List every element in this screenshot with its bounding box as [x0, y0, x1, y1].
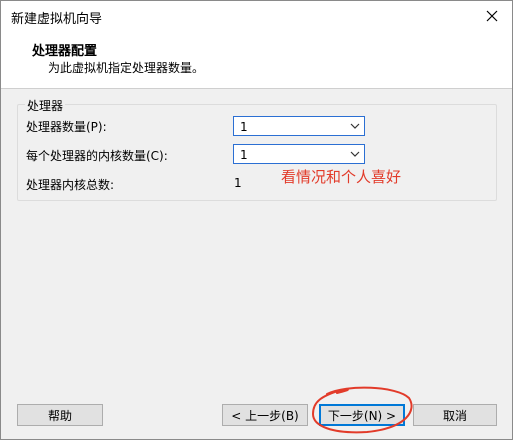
cores-per-processor-select[interactable]: 1: [233, 144, 365, 164]
cores-per-processor-label: 每个处理器的内核数量(C):: [26, 149, 168, 163]
total-cores-value: 1: [234, 176, 242, 190]
window-title: 新建虚拟机向导: [11, 12, 103, 27]
cancel-button[interactable]: 取消: [413, 404, 497, 426]
chevron-down-icon: [350, 123, 360, 129]
processor-group-label: 处理器: [25, 97, 66, 114]
close-icon: [486, 10, 498, 22]
total-cores-label: 处理器内核总数:: [26, 178, 115, 192]
close-button[interactable]: [472, 1, 512, 31]
back-button[interactable]: < 上一步(B): [222, 404, 308, 426]
processor-count-label: 处理器数量(P):: [26, 120, 107, 134]
chevron-down-icon: [350, 151, 360, 157]
processor-count-select[interactable]: 1: [233, 116, 365, 136]
annotation-text: 看情况和个人喜好: [281, 168, 402, 186]
page-title: 处理器配置: [32, 44, 98, 59]
help-button[interactable]: 帮助: [17, 404, 103, 426]
wizard-header: 处理器配置 为此虚拟机指定处理器数量。: [1, 31, 512, 89]
wizard-window: 新建虚拟机向导 处理器配置 为此虚拟机指定处理器数量。 处理器 处理器数量(P)…: [0, 0, 513, 440]
cores-per-processor-value: 1: [240, 148, 248, 162]
processor-count-value: 1: [240, 120, 248, 134]
page-subtitle: 为此虚拟机指定处理器数量。: [48, 61, 205, 75]
title-bar: 新建虚拟机向导: [1, 1, 512, 31]
next-button[interactable]: 下一步(N) >: [319, 404, 405, 426]
